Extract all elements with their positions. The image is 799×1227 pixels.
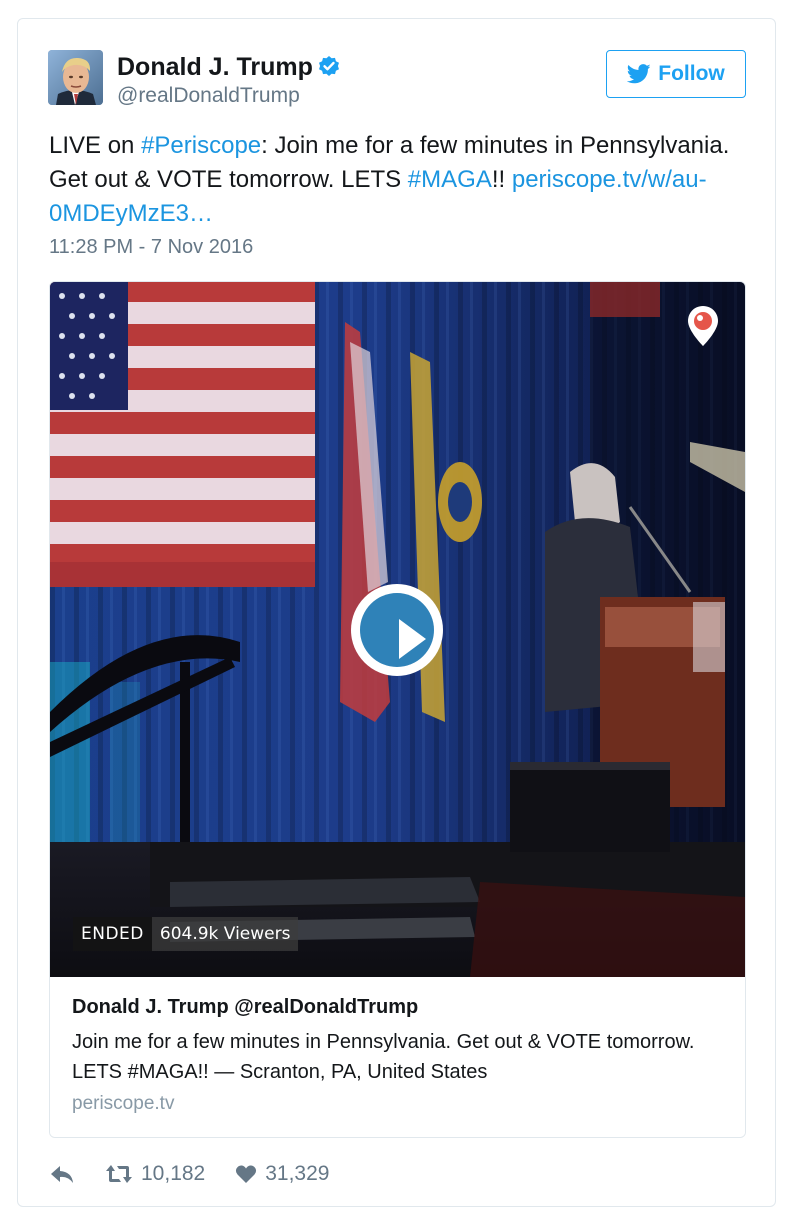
tweet-actions: 10,182 31,329 xyxy=(49,1157,329,1191)
link-card-description: Join me for a few minutes in Pennsylvani… xyxy=(72,1031,695,1083)
author-handle[interactable]: @realDonaldTrump xyxy=(117,84,300,108)
ended-badge: ENDED xyxy=(73,917,152,951)
periscope-media-card[interactable]: ENDED 604.9k Viewers Donald J. Trump @re… xyxy=(49,281,746,1138)
heart-icon xyxy=(236,1165,257,1183)
hashtag-maga-link[interactable]: #MAGA xyxy=(408,166,492,193)
reply-button[interactable] xyxy=(49,1163,75,1185)
like-count: 31,329 xyxy=(265,1162,330,1185)
tweet-timestamp[interactable]: 11:28 PM - 7 Nov 2016 xyxy=(49,236,253,259)
tweet-text-part: !! xyxy=(491,166,512,193)
hashtag-periscope-link[interactable]: #Periscope xyxy=(141,132,261,159)
retweet-count: 10,182 xyxy=(141,1162,206,1185)
link-card-domain: periscope.tv xyxy=(72,1093,175,1114)
like-button[interactable]: 31,329 xyxy=(235,1162,329,1186)
author-avatar[interactable] xyxy=(48,50,103,105)
author-name[interactable]: Donald J. Trump xyxy=(117,53,313,82)
tweet-text-part: LIVE on xyxy=(49,132,142,159)
reply-icon xyxy=(51,1166,73,1183)
tweet-text: LIVE on #Periscope: Join me for a few mi… xyxy=(49,129,761,231)
twitter-bird-icon xyxy=(627,64,651,84)
play-button[interactable] xyxy=(351,584,443,676)
retweet-icon xyxy=(106,1165,132,1183)
retweet-button[interactable]: 10,182 xyxy=(105,1162,205,1186)
video-thumbnail[interactable]: ENDED 604.9k Viewers xyxy=(50,282,745,977)
link-card-title: Donald J. Trump @realDonaldTrump xyxy=(72,996,419,1018)
link-card[interactable]: Donald J. Trump @realDonaldTrump Join me… xyxy=(50,977,745,1137)
viewer-count: 604.9k Viewers xyxy=(151,917,299,951)
verified-badge-icon xyxy=(319,56,339,76)
broadcast-status: ENDED 604.9k Viewers xyxy=(73,917,299,951)
periscope-logo-icon xyxy=(686,304,720,348)
follow-label: Follow xyxy=(658,62,725,85)
play-icon xyxy=(360,593,434,667)
tweet-embed: Donald J. Trump @realDonaldTrump Follow … xyxy=(17,18,776,1207)
follow-button[interactable]: Follow xyxy=(606,50,746,98)
